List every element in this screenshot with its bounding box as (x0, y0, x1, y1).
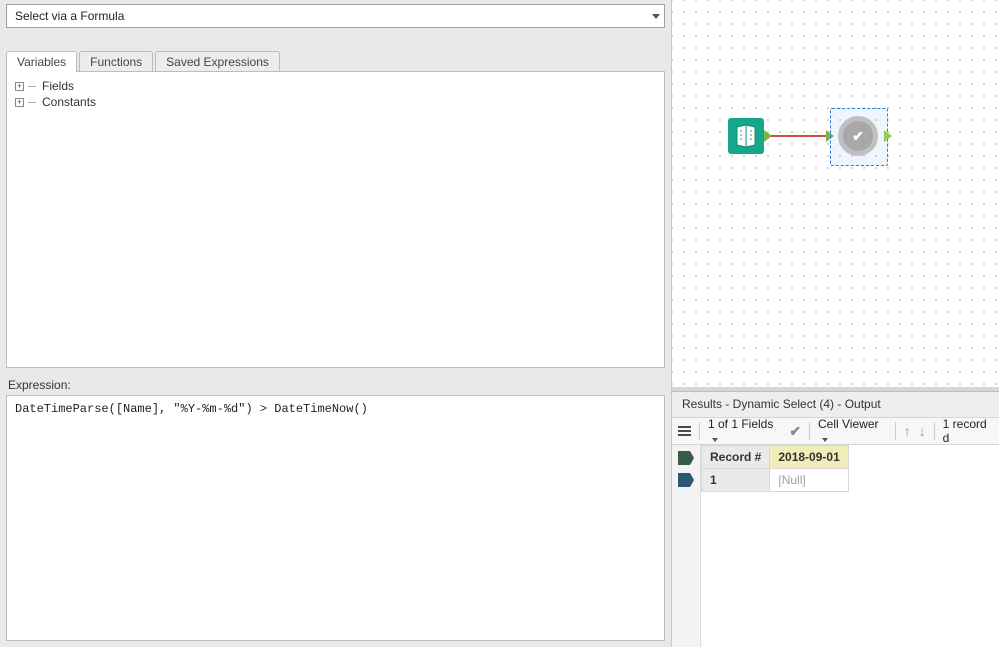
select-mode-dropdown[interactable]: Select via a Formula (6, 4, 665, 28)
variables-tree[interactable]: + Fields + Constants (6, 72, 665, 368)
row-number-cell: 1 (702, 469, 770, 492)
chevron-down-icon (712, 438, 718, 442)
apply-check-icon[interactable]: ✔ (789, 423, 801, 440)
tree-item-label: Fields (42, 78, 74, 94)
record-count: 1 record d (943, 417, 993, 445)
results-toolbar: 1 of 1 Fields ✔ Cell Viewer ↑ ↓ 1 record… (672, 417, 999, 445)
cell-viewer-dropdown[interactable]: Cell Viewer (818, 417, 887, 445)
data-input-tool[interactable] (728, 118, 764, 154)
expand-icon[interactable]: + (15, 82, 24, 91)
col-header-date[interactable]: 2018-09-01 (770, 446, 848, 469)
table-row[interactable]: 1 [Null] (702, 469, 849, 492)
expression-text: DateTimeParse([Name], "%Y-%m-%d") > Date… (15, 402, 368, 416)
dynamic-select-tool[interactable]: ✔ (838, 116, 878, 156)
connection-wire[interactable] (771, 135, 829, 137)
chevron-down-icon (822, 438, 828, 442)
check-icon: ✔ (852, 128, 864, 145)
output-anchor-icon[interactable] (884, 130, 892, 142)
chevron-down-icon (652, 14, 660, 19)
sort-desc-icon[interactable]: ↓ (919, 423, 926, 439)
expression-label: Expression: (0, 378, 671, 395)
table-header-row: Record # 2018-09-01 (702, 446, 849, 469)
book-icon (733, 123, 759, 149)
tree-item-fields[interactable]: + Fields (15, 78, 656, 94)
data-cell: [Null] (770, 469, 848, 492)
list-icon[interactable] (678, 424, 691, 438)
workflow-canvas[interactable]: ✔ (672, 0, 999, 387)
results-panel: Results - Dynamic Select (4) - Output 1 … (672, 391, 999, 647)
results-side-tabs (672, 445, 701, 647)
tree-item-label: Constants (42, 94, 96, 110)
tab-variables[interactable]: Variables (6, 51, 77, 72)
config-panel: Select via a Formula Variables Functions… (0, 0, 672, 647)
tree-item-constants[interactable]: + Constants (15, 94, 656, 110)
results-grid[interactable]: Record # 2018-09-01 1 [Null] (701, 445, 999, 647)
metadata-tab-icon[interactable] (677, 449, 695, 467)
results-title: Results - Dynamic Select (4) - Output (672, 392, 999, 417)
select-mode-value: Select via a Formula (15, 9, 124, 23)
expand-icon[interactable]: + (15, 98, 24, 107)
tab-saved-expressions[interactable]: Saved Expressions (155, 51, 280, 72)
col-header-record[interactable]: Record # (702, 446, 770, 469)
expression-library-tabs: Variables Functions Saved Expressions (0, 50, 671, 72)
sort-asc-icon[interactable]: ↑ (904, 423, 911, 439)
data-tab-icon[interactable] (677, 471, 695, 489)
expression-editor[interactable]: DateTimeParse([Name], "%Y-%m-%d") > Date… (6, 395, 665, 641)
fields-summary[interactable]: 1 of 1 Fields (708, 417, 781, 445)
tab-functions[interactable]: Functions (79, 51, 153, 72)
